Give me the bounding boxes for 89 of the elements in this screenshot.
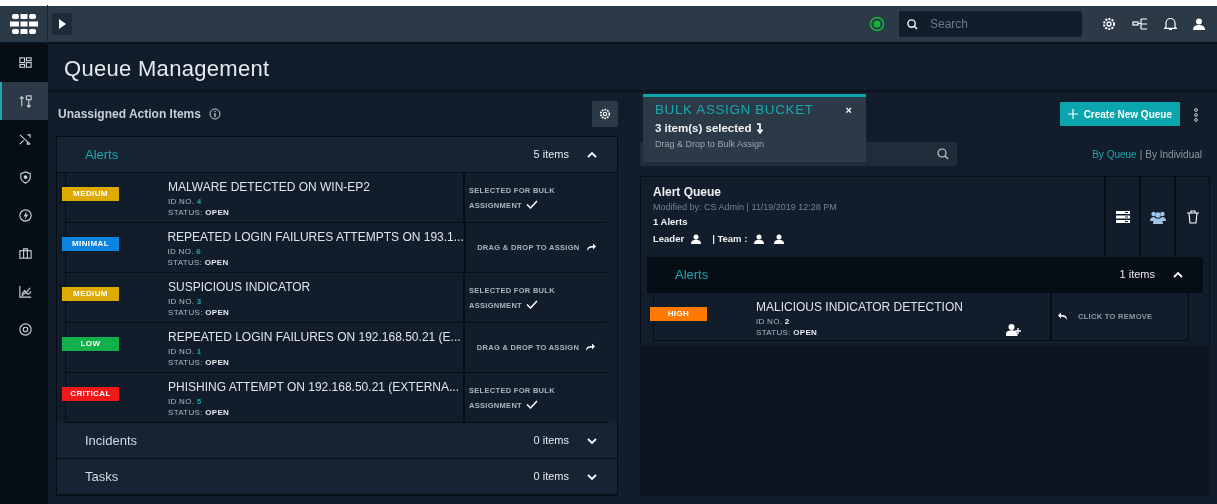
info-icon[interactable] [208, 108, 221, 120]
group-label: Tasks [85, 467, 119, 486]
caret-icon [587, 472, 597, 481]
status-icon [869, 16, 885, 32]
check-icon [526, 399, 538, 409]
grid-icon [17, 55, 33, 71]
severity-badge: MEDIUM [62, 287, 119, 301]
trash-icon [1186, 210, 1199, 224]
group-label: Incidents [85, 431, 138, 450]
forward-arrow-icon [585, 242, 596, 251]
group-icon [1149, 210, 1166, 224]
group-header[interactable]: Incidents 0 items [57, 423, 617, 459]
close-button[interactable]: × [843, 101, 854, 119]
item-title: REPEATED LOGIN FAILURES ON 192.168.50.21 (E... [168, 329, 462, 346]
panel-title: Unassigned Action Items [58, 106, 201, 123]
group-header[interactable]: Alerts 1 items [647, 257, 1203, 293]
group-label: Alerts [85, 145, 119, 164]
queue-modified: Modified by: CS Admin | 11/19/2019 12:28 PM [653, 201, 838, 214]
page-title: Queue Management [48, 44, 1217, 92]
search-icon [907, 18, 918, 30]
group-label: Alerts [675, 265, 709, 284]
queue-count: 1 Alerts [653, 214, 689, 229]
item-id: ID NO. 4 [168, 196, 203, 207]
shield-icon [17, 169, 33, 185]
down-arrow-icon [755, 123, 764, 135]
bucket-title: BULK ASSIGN BUCKET [655, 101, 814, 119]
forward-arrow-icon [585, 342, 596, 351]
item-title: REPEATED LOGIN FAILURES ATTEMPTS ON 193.1... [167, 229, 464, 246]
item-status: STATUS: OPEN [168, 207, 231, 218]
item-count: 1 items [1119, 267, 1155, 283]
queue-name: Alert Queue [653, 184, 722, 201]
settings-icon [599, 108, 611, 120]
team-label: | Team : [712, 231, 748, 246]
item-status: STATUS: OPEN [168, 407, 231, 418]
search-field[interactable]: Search [899, 11, 1082, 37]
selected-count: 3 item(s) selected [655, 121, 752, 137]
item-id: ID NO. 3 [168, 296, 203, 307]
expand-button[interactable] [52, 13, 72, 35]
item-id: ID NO. 5 [168, 396, 203, 407]
item-status: STATUS: OPEN [756, 327, 819, 338]
search-icon [937, 148, 949, 160]
leader-label: Leader [653, 231, 685, 246]
item-title: PHISHING ATTEMPT ON 192.168.50.21 (EXTERNA... [168, 379, 460, 396]
item-id: ID NO. 1 [168, 346, 203, 357]
person-icon [774, 233, 785, 244]
item-title: SUSPICIOUS INDICATOR [168, 279, 312, 296]
view-toggle[interactable]: By Individual [1145, 146, 1202, 162]
triangle-icon [58, 19, 66, 29]
back-arrow-icon [1058, 311, 1068, 320]
severity-badge: MEDIUM [62, 187, 119, 201]
add-user-icon[interactable] [1006, 324, 1022, 336]
item-id: ID NO. 2 [756, 316, 791, 327]
sidebar-item[interactable] [0, 82, 48, 120]
item-title: MALWARE DETECTED ON WIN-EP2 [168, 179, 371, 196]
item-count: 0 items [533, 469, 569, 485]
group-header[interactable]: Alerts 5 items [57, 137, 617, 173]
person-icon [754, 233, 765, 244]
lifebuoy-icon [17, 321, 33, 337]
item-count: 0 items [533, 433, 569, 449]
item-title: MALICIOUS INDICATOR DETECTION [756, 299, 964, 316]
check-icon [526, 299, 538, 309]
caret-icon [1173, 270, 1183, 279]
severity-badge: LOW [62, 337, 119, 351]
item-id: ID NO. 6 [167, 246, 202, 257]
group-header[interactable]: Tasks 0 items [57, 459, 617, 495]
arrows-icon [17, 93, 33, 109]
list-icon [1115, 211, 1130, 223]
person-icon [691, 233, 702, 244]
logo-icon [8, 13, 39, 35]
item-count: 5 items [533, 147, 569, 163]
view-toggle[interactable]: By Queue [1092, 146, 1137, 162]
severity-badge: HIGH [650, 307, 707, 321]
line-chart-icon [17, 283, 33, 299]
shuffle-icon [17, 131, 33, 147]
check-icon [526, 199, 538, 209]
toggle-divider: | [1139, 147, 1143, 162]
item-status: STATUS: OPEN [168, 357, 231, 368]
item-status: STATUS: OPEN [168, 307, 231, 318]
severity-badge: MINIMAL [62, 237, 119, 251]
item-status: STATUS: OPEN [167, 257, 230, 268]
severity-badge: CRITICAL [62, 387, 119, 401]
lightning-icon [17, 207, 33, 223]
caret-icon [587, 436, 597, 445]
briefcase-icon [17, 245, 33, 261]
caret-icon [587, 150, 597, 159]
plus-icon [1067, 109, 1078, 119]
search-input[interactable]: Search [928, 14, 1068, 34]
settings-button[interactable] [592, 101, 618, 127]
bucket-hint: Drag & Drop to Bulk Assign [655, 137, 766, 151]
